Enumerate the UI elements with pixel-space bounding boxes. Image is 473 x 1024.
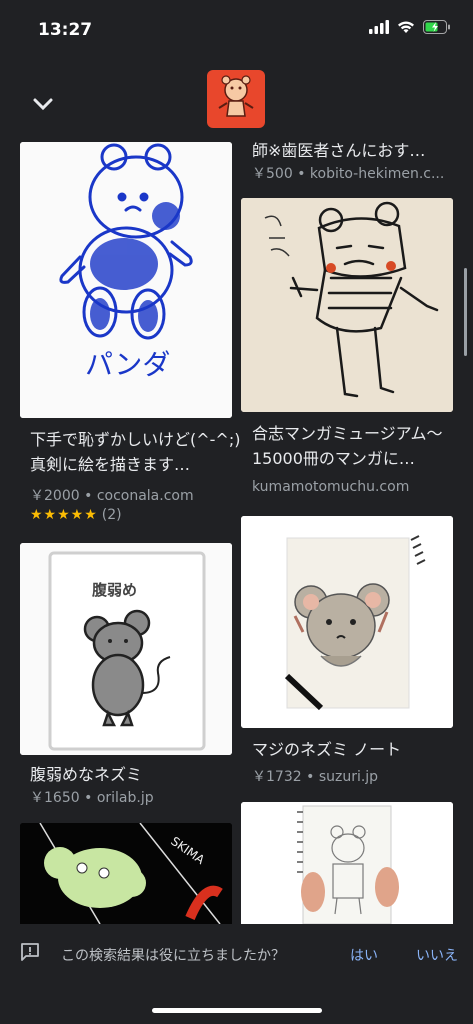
home-indicator[interactable] xyxy=(152,1008,322,1013)
result-title[interactable]: 腹弱めなネズミ xyxy=(30,762,244,787)
result-meta: ￥1650 • orilab.jp xyxy=(30,787,244,807)
rating-count: (2) xyxy=(101,507,122,523)
result-meta: ￥1732 • suzuri.jp xyxy=(252,766,466,786)
result-meta: ￥500 • kobito-hekimen.c... xyxy=(252,163,466,183)
battery-charging-icon xyxy=(423,20,450,34)
result-image-panda[interactable]: パンダ xyxy=(20,142,232,418)
separator-dot: • xyxy=(84,790,97,806)
result-image-manga-bear[interactable] xyxy=(241,198,453,412)
header xyxy=(0,62,473,142)
header-thumbnail[interactable] xyxy=(207,70,265,128)
result-source: orilab.jp xyxy=(96,790,154,806)
status-time: 13:27 xyxy=(38,20,93,40)
status-icons xyxy=(369,20,451,34)
separator-dot: • xyxy=(306,769,319,785)
star-rating-icons: ★★★★★ xyxy=(30,507,98,523)
result-source: suzuri.jp xyxy=(318,769,379,785)
feedback-icon xyxy=(21,943,39,961)
result-price: ￥1732 xyxy=(252,769,302,785)
chevron-down-icon[interactable] xyxy=(31,92,55,116)
result-image-mouse-frame[interactable]: 腹弱め xyxy=(20,543,232,755)
result-title[interactable]: 下手で恥ずかしいけど(^-^;)真剣に絵を描きます… xyxy=(30,427,244,477)
result-meta: ￥2000 • coconala.com xyxy=(30,485,244,505)
scrollbar[interactable] xyxy=(464,268,467,356)
feedback-yes-button[interactable]: はい xyxy=(350,945,378,965)
separator-dot: • xyxy=(84,488,97,504)
separator-dot: • xyxy=(297,166,310,182)
status-bar: 13:27 xyxy=(0,0,473,60)
feedback-question: この検索結果は役に立ちましたか？ xyxy=(61,948,285,964)
wifi-icon xyxy=(398,21,414,33)
result-price: ￥500 xyxy=(252,166,293,182)
result-price: ￥1650 xyxy=(30,790,80,806)
rating: ★★★★★ (2) xyxy=(30,507,122,523)
result-price: ￥2000 xyxy=(30,488,80,504)
panda-drawing-label: パンダ xyxy=(85,348,170,381)
feedback-no-button[interactable]: いいえ xyxy=(416,945,458,965)
result-title[interactable]: 師※歯医者さんにおす… xyxy=(252,138,466,163)
result-title[interactable]: マジのネズミ ノート xyxy=(252,737,466,762)
result-image-skima[interactable]: SKIMA xyxy=(20,823,232,924)
result-title[interactable]: 合志マンガミュージアム〜15000冊のマンガに… xyxy=(252,421,466,471)
feedback-bar: この検索結果は役に立ちましたか？ はい いいえ xyxy=(0,924,473,984)
result-meta: kumamotomuchu.com xyxy=(252,479,466,495)
result-image-mouse-notebook[interactable] xyxy=(241,516,453,728)
result-source: kumamotomuchu.com xyxy=(252,479,410,495)
result-image-notebook-hands[interactable] xyxy=(241,802,453,924)
mouse-frame-label: 腹弱め xyxy=(92,581,137,599)
result-source: coconala.com xyxy=(96,488,194,504)
signal-icon xyxy=(369,20,389,34)
result-source: kobito-hekimen.c... xyxy=(309,166,445,182)
